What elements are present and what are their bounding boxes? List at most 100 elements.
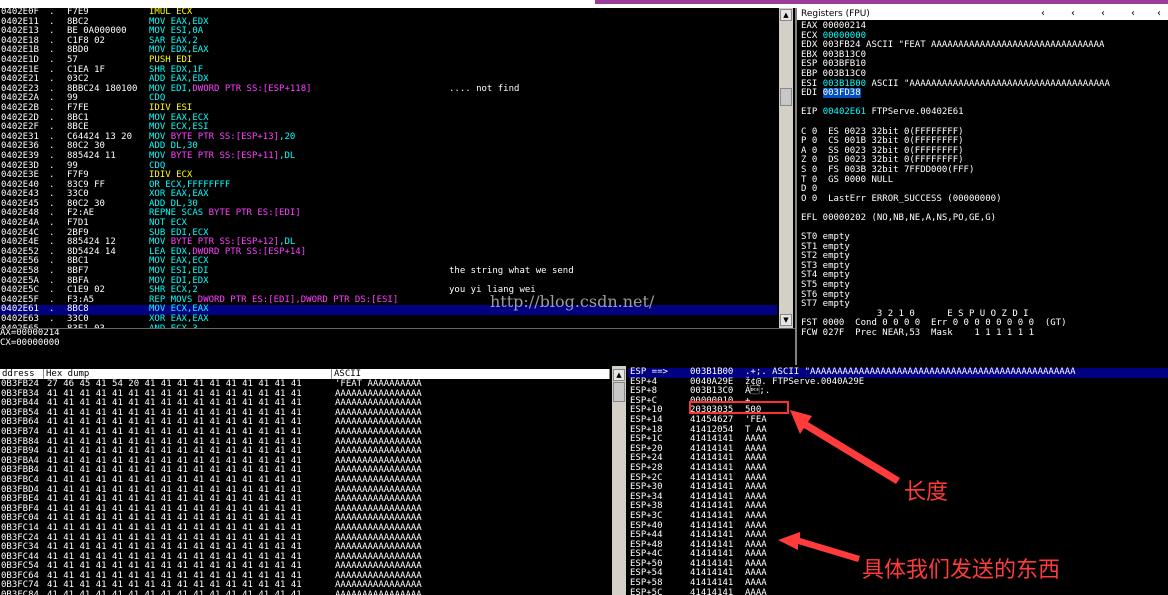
instruction-part: MOV xyxy=(149,131,171,142)
arrow-left-icon[interactable]: ‹ xyxy=(1131,8,1135,20)
instruction-part: MOV EDI,EDX xyxy=(149,275,209,286)
scroll-up-icon[interactable]: ▲ xyxy=(780,9,792,21)
register-line[interactable]: O 0 LastErr ERROR_SUCCESS (00000000) xyxy=(801,194,1161,205)
disasm-row[interactable]: 0402E48. F2:AE REPNE SCAS BYTE PTR ES:[EDI… xyxy=(0,209,777,219)
disasm-row[interactable]: 0402E13. BE 0A000000 MOV ESI,0A xyxy=(0,26,777,37)
scroll-thumb[interactable] xyxy=(613,382,625,402)
instruction-part: CDQ xyxy=(149,160,166,171)
instruction-part: IDIV ESI xyxy=(149,102,193,113)
register-line[interactable]: ST6 empty xyxy=(801,290,1161,301)
disasm-row[interactable]: 0402E23. 8BBC24 180100 MOV EDI,DWORD PTR S… xyxy=(0,83,777,95)
instruction-part: REP MOVS xyxy=(149,294,198,305)
instruction-part: ADD EAX,EDX xyxy=(149,74,209,85)
disasm-row[interactable]: 0402E5F. F3:A5 REP MOVS DWORD PTR ES:[EDI]… xyxy=(0,294,777,306)
instruction-part: 30 xyxy=(186,141,198,152)
scroll-up-icon[interactable]: ▲ xyxy=(613,369,625,381)
length-highlight-box xyxy=(689,401,789,414)
instruction-part: DWORD PTR SS:[ESP+14] xyxy=(192,246,307,257)
register-line[interactable]: ST1 empty xyxy=(801,242,1161,253)
instruction-part: ,20 xyxy=(279,131,296,142)
instruction-part: MOV ESI,EDI xyxy=(149,266,209,277)
register-line[interactable]: T 0 GS 0000 NULL xyxy=(801,175,1161,186)
disasm-row[interactable]: 0402E56. 8BC1 MOV EAX,ECX xyxy=(0,257,777,267)
arrow-left-icon[interactable]: ‹ xyxy=(1157,8,1161,20)
instruction-part: PUSH EDI xyxy=(149,54,193,65)
register-line[interactable]: ST4 empty xyxy=(801,271,1161,281)
dump-ascii: AAAAAAAAAAAAAAAA xyxy=(335,590,422,595)
stack-offset: ESP+5C xyxy=(630,587,663,595)
instruction-part: MOV xyxy=(149,237,171,248)
disassembly-pane[interactable]: 0402E0F. F7E9 IMUL ECX 0402E11. 8BC2 MOV EAX,… xyxy=(0,8,777,328)
disasm-row[interactable]: 0402E2B. F7FE IDIV ESI xyxy=(0,102,777,114)
disasm-row[interactable]: 0402E4E. 885424 12 MOV BYTE PTR SS:[ESP+12… xyxy=(0,237,777,248)
registers-pane[interactable]: Registers (FPU) ‹ ‹ ‹ ‹ ‹ EAX 00000214 EC… xyxy=(795,8,1168,365)
stack-row[interactable]: ESP+5C 41414141 AAAA xyxy=(628,587,1168,595)
register-line[interactable]: ST2 empty xyxy=(801,252,1161,262)
disasm-row[interactable]: 0402E5A. 8BFA MOV EDI,EDX xyxy=(0,275,777,287)
dump-header-ascii[interactable]: ASCII xyxy=(332,369,610,379)
arrow-left-icon[interactable]: ‹ xyxy=(1041,8,1045,20)
dump-header-address[interactable]: ddress xyxy=(0,369,44,379)
disasm-comment: .... not find xyxy=(449,83,520,94)
instruction-part: 2 xyxy=(192,35,198,46)
instruction-part: CDQ xyxy=(149,93,166,104)
disasm-comment: the string what we send xyxy=(449,266,574,277)
register-line[interactable]: EDI 003FD38 xyxy=(801,88,1161,99)
register-line[interactable]: FCW 027F Prec NEAR,53 Mask 1 1 1 1 1 1 xyxy=(801,328,1161,339)
arrow-left-icon[interactable]: ‹ xyxy=(1101,8,1105,20)
disasm-row[interactable]: 0402E52. 8D5424 14 LEA EDX,DWORD PTR SS:[E… xyxy=(0,246,777,258)
dump-scrollbar[interactable]: ▲ xyxy=(612,366,626,595)
dump-header-hex[interactable]: Hex dump xyxy=(44,369,332,379)
scroll-thumb[interactable] xyxy=(780,88,792,106)
disasm-row[interactable]: 0402E61. 8BC8 MOV ECX,EAX xyxy=(0,305,777,315)
instruction-part: MOV ESI, xyxy=(149,26,193,37)
disasm-row[interactable]: 0402E31. C64424 13 20 MOV BYTE PTR SS:[ESP… xyxy=(0,131,777,143)
disasm-instruction: MOV EDI,DWORD PTR SS:[ESP+118] xyxy=(149,83,312,95)
instruction-part: MOV ECX,ESI xyxy=(149,122,209,133)
disasm-row[interactable]: 0402E45. 80C2 30 ADD DL,30 xyxy=(0,199,777,210)
disasm-row[interactable]: 0402E1D. 57 PUSH EDI xyxy=(0,54,777,66)
instruction-part: OR ECX, xyxy=(149,179,187,190)
disasm-row[interactable]: 0402E36. 80C2 30 ADD DL,30 xyxy=(0,142,777,152)
instruction-part: ADD DL, xyxy=(149,141,187,152)
disasm-row[interactable]: 0402E18. C1F8 02 SAR EAX,2 xyxy=(0,35,777,47)
register-line[interactable]: ST5 empty xyxy=(801,280,1161,291)
info-pane: AX=00000214 CX=00000000 xyxy=(0,328,795,366)
dump-row[interactable]: 0B3FC84 41 41 41 41 41 41 41 41 41 41 41 … xyxy=(0,590,610,595)
dump-address: 0B3FC84 xyxy=(1,590,39,595)
disasm-row[interactable]: 0402E39. 885424 11 MOV BYTE PTR SS:[ESP+11… xyxy=(0,151,777,162)
disasm-row[interactable]: 0402E3E. F7F9 IDIV ECX xyxy=(0,170,777,181)
register-line[interactable]: ST3 empty xyxy=(801,261,1161,272)
disasm-row[interactable]: 0402E1E. C1EA 1F SHR EDX,1F xyxy=(0,64,777,76)
dump-hex: 41 41 41 41 41 41 41 41 41 41 41 41 41 4… xyxy=(47,590,302,595)
disasm-row[interactable]: 0402E0F. F7E9 IMUL ECX xyxy=(0,8,777,18)
instruction-part: MOV EDI, xyxy=(149,83,193,94)
instruction-part: SAR EAX, xyxy=(149,35,193,46)
disasm-row[interactable]: 0402E1B. 8BD0 MOV EDX,EAX xyxy=(0,46,777,56)
disasm-row[interactable]: 0402E3D. 99 CDQ xyxy=(0,160,777,172)
stack-value: 41414141 xyxy=(690,587,734,595)
disasm-row[interactable]: 0402E40. 83C9 FF OR ECX,FFFFFFFF xyxy=(0,179,777,191)
hex-dump-pane[interactable]: ddress Hex dump ASCII 0B3FB24 27 46 45 41… xyxy=(0,366,610,595)
scroll-down-icon[interactable]: ▼ xyxy=(780,314,792,326)
register-line[interactable]: EFL 00000202 (NO,NB,NE,A,NS,PO,GE,G) xyxy=(801,213,1161,224)
register-line[interactable] xyxy=(801,223,1161,233)
disasm-row[interactable]: 0402E58. 8BF7 MOV ESI,EDI the string what w… xyxy=(0,266,777,277)
disasm-row[interactable]: 0402E63. 33C0 XOR EAX,EAX xyxy=(0,314,777,325)
registers-title: Registers (FPU) xyxy=(801,9,870,19)
disasm-row[interactable]: 0402E2A. 99 CDQ xyxy=(0,94,777,104)
instruction-part: 1F xyxy=(192,64,204,75)
instruction-part: SUB EDI,ECX xyxy=(149,227,209,238)
register-line[interactable]: ST0 empty xyxy=(801,232,1161,243)
disasm-row[interactable]: 0402E43. 33C0 XOR EAX,EAX xyxy=(0,189,777,200)
disasm-row[interactable]: 0402E2D. 8BC1 MOV EAX,ECX xyxy=(0,113,777,124)
instruction-part: MOV ECX,EAX xyxy=(149,304,209,315)
register-line[interactable]: EIP 00402E61 FTPServe.00402E61 xyxy=(801,108,1161,118)
instruction-part: DWORD PTR SS:[ESP+118] xyxy=(192,83,312,94)
disasm-row[interactable]: 0402E4A. F7D1 NOT ECX xyxy=(0,218,777,229)
instruction-part: XOR EAX,EAX xyxy=(149,314,209,324)
info-line: AX=00000214 xyxy=(0,328,60,338)
arrow-left-icon[interactable]: ‹ xyxy=(1071,8,1075,20)
disassembly-scrollbar[interactable]: ▲ ▼ xyxy=(779,8,793,328)
disasm-row[interactable]: 0402E4C. 2BF9 SUB EDI,ECX xyxy=(0,227,777,239)
